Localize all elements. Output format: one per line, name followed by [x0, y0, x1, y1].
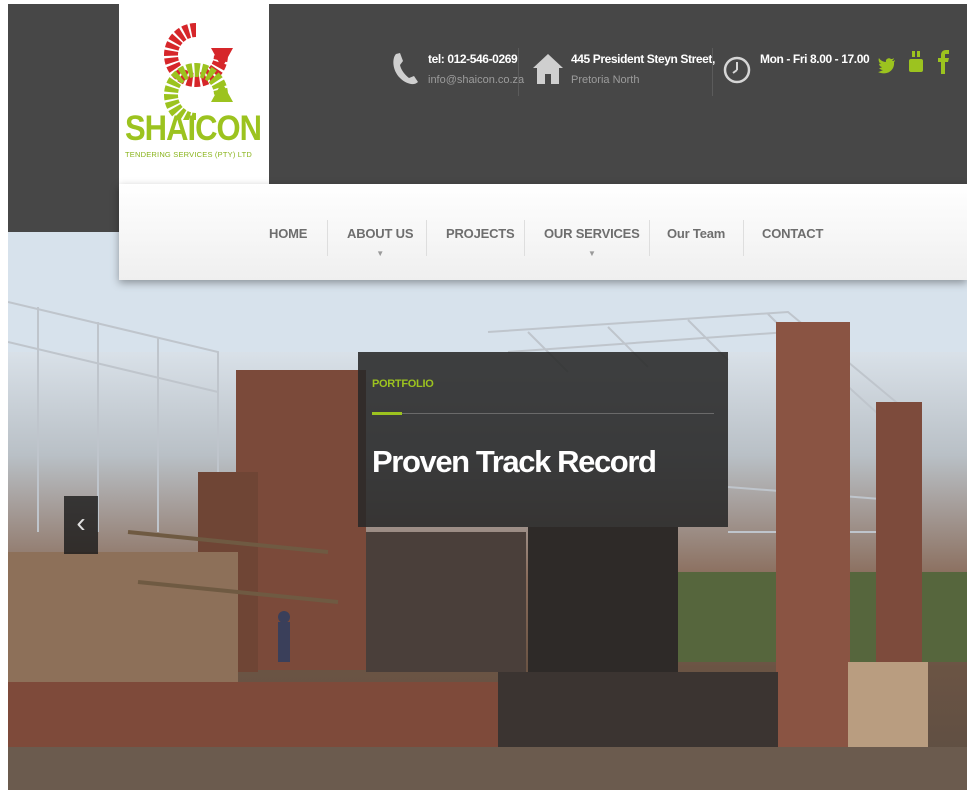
- nav-item-home[interactable]: HOME: [269, 226, 307, 241]
- clock-icon: [723, 56, 751, 84]
- home-icon: [533, 54, 563, 84]
- slide-caption: PORTFOLIO Proven Track Record: [358, 352, 728, 527]
- nav-item-contact[interactable]: CONTACT: [762, 226, 823, 241]
- nav-item-label: HOME: [269, 226, 308, 241]
- youtube-icon[interactable]: [907, 50, 925, 80]
- nav-divider: [649, 220, 650, 256]
- phone-icon: [393, 53, 418, 85]
- slider-prev-button[interactable]: ‹: [64, 496, 98, 554]
- twitter-icon[interactable]: [878, 54, 896, 80]
- address-street: 445 President Steyn Street,: [571, 52, 715, 66]
- nav-item-our-team[interactable]: Our Team: [667, 226, 725, 241]
- nav-item-about-us[interactable]: ABOUT US ▼: [347, 226, 413, 258]
- facebook-icon[interactable]: [938, 50, 950, 80]
- site-logo[interactable]: SHAICON TENDERING SERVICES (PTY) LTD: [119, 4, 269, 184]
- divider: [712, 48, 713, 96]
- caption-title: Proven Track Record: [372, 444, 657, 479]
- nav-item-label: CONTACT: [762, 226, 824, 241]
- chevron-down-icon: ▼: [587, 249, 596, 258]
- nav-item-label: ABOUT US: [347, 226, 414, 241]
- nav-item-label: PROJECTS: [446, 226, 515, 241]
- contact-phone-block: tel: 012-546-0269 info@shaicon.co.za: [388, 44, 528, 100]
- brand-tagline: TENDERING SERVICES (PTY) LTD: [125, 150, 253, 159]
- address-area: Pretoria North: [571, 74, 640, 86]
- nav-divider: [426, 220, 427, 256]
- nav-divider: [743, 220, 744, 256]
- brand-name: SHAICON: [125, 108, 262, 149]
- contact-address-block: 445 President Steyn Street, Pretoria Nor…: [531, 44, 715, 100]
- divider: [518, 48, 519, 96]
- business-hours-block: Mon - Fri 8.00 - 17.00: [720, 44, 870, 100]
- email-address[interactable]: info@shaicon.co.za: [428, 74, 524, 86]
- caption-accent-line: [372, 412, 402, 415]
- nav-item-our-services[interactable]: OUR SERVICES ▼: [544, 226, 640, 258]
- nav-divider: [524, 220, 525, 256]
- page-frame: SHAICON TENDERING SERVICES (PTY) LTD tel…: [8, 4, 967, 790]
- chevron-down-icon: ▼: [376, 249, 384, 258]
- chevron-left-icon: ‹: [76, 507, 86, 538]
- business-hours: Mon - Fri 8.00 - 17.00: [760, 52, 870, 66]
- nav-divider: [327, 220, 328, 256]
- nav-item-label: Our Team: [667, 226, 726, 241]
- main-nav: HOME ABOUT US ▼ PROJECTS OUR SERVICES ▼ …: [119, 184, 967, 280]
- phone-number[interactable]: tel: 012-546-0269: [428, 52, 518, 66]
- logo-mark-icon: [164, 23, 233, 120]
- caption-label: PORTFOLIO: [372, 378, 434, 390]
- caption-divider: [402, 413, 714, 414]
- nav-item-projects[interactable]: PROJECTS: [446, 226, 515, 241]
- nav-item-label: OUR SERVICES: [544, 226, 640, 241]
